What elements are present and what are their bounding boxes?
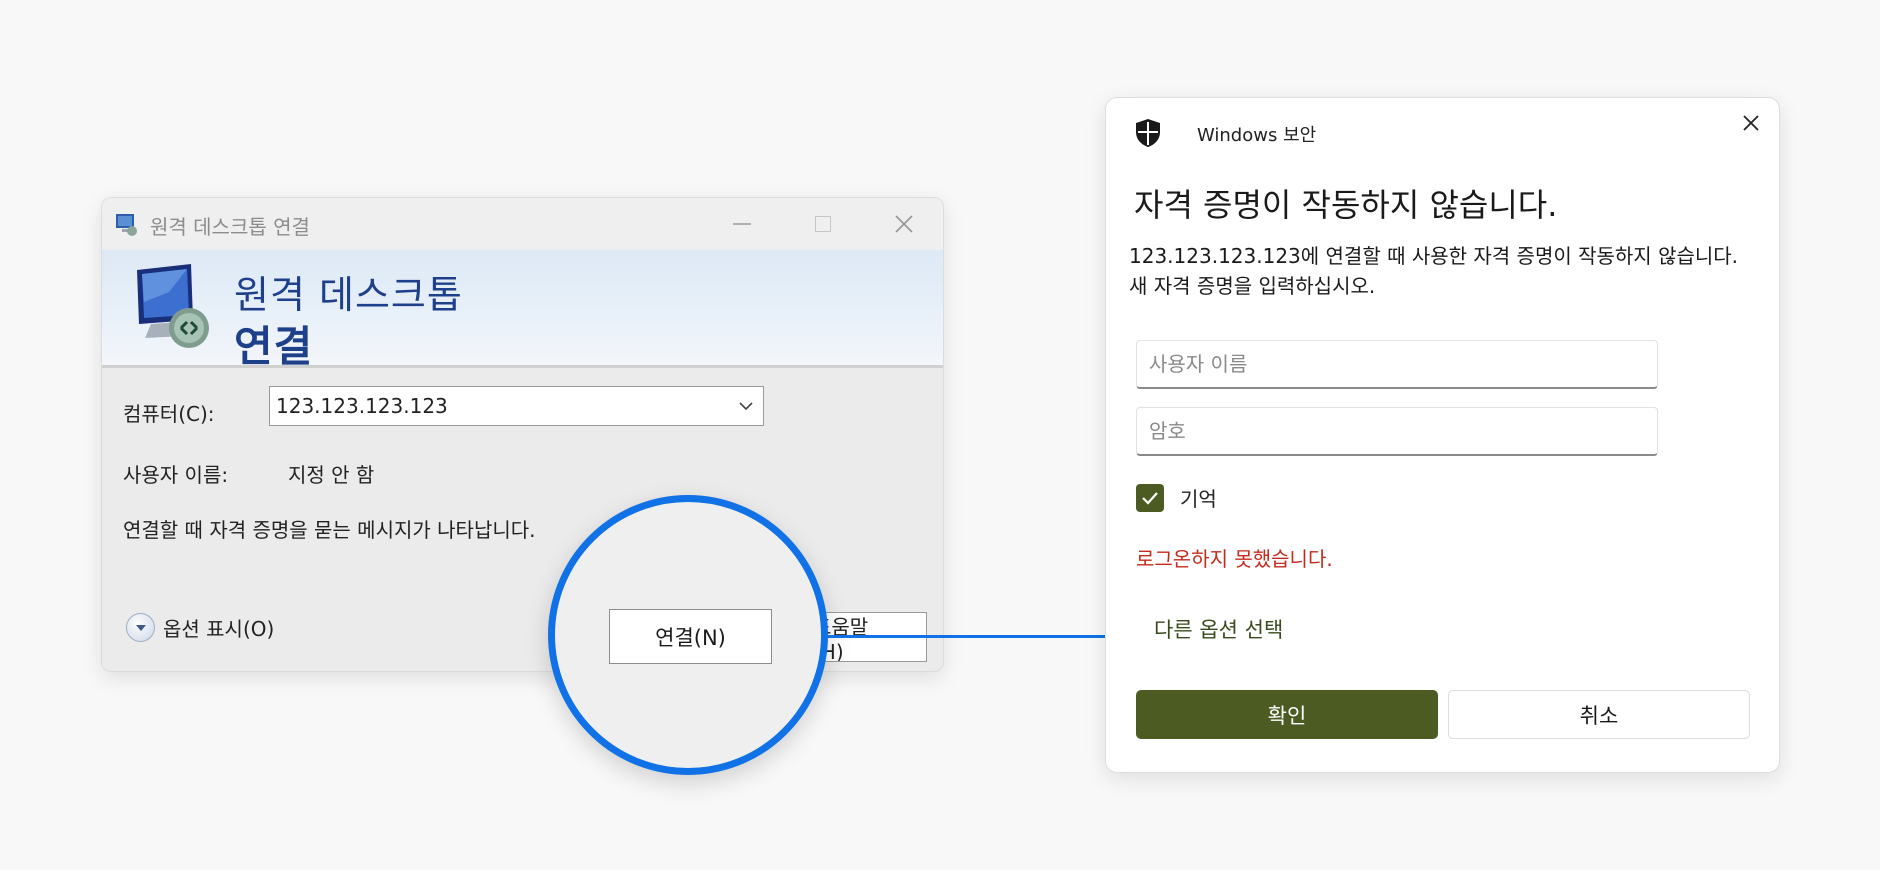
rdc-banner: 원격 데스크톱 연결 <box>102 250 943 371</box>
combobox-dropdown[interactable] <box>729 401 763 411</box>
connect-button[interactable]: 연결(N) <box>609 609 772 664</box>
expand-arrow-icon <box>126 613 155 642</box>
computer-combobox[interactable]: 123.123.123.123 <box>269 386 764 426</box>
checkmark-icon <box>1142 491 1158 505</box>
remote-desktop-icon <box>116 214 137 236</box>
rdc-titlebar: 원격 데스크톱 연결 <box>102 198 943 250</box>
dialog-close-button[interactable] <box>1736 108 1766 138</box>
error-message: 로그온하지 못했습니다. <box>1136 547 1333 571</box>
show-options-label: 옵션 표시(O) <box>163 617 275 641</box>
dialog-description: 123.123.123.123에 연결할 때 사용한 자격 증명이 작동하지 않… <box>1129 244 1739 298</box>
credential-prompt-message: 연결할 때 자격 증명을 묻는 메시지가 나타납니다. <box>123 518 536 542</box>
username-field[interactable] <box>1136 340 1658 389</box>
windows-security-dialog: Windows 보안 자격 증명이 작동하지 않습니다. 123.123.123… <box>1105 97 1780 773</box>
cancel-button[interactable]: 취소 <box>1448 690 1750 739</box>
checkbox-box[interactable] <box>1136 483 1164 512</box>
magnifier-highlight: 연결(N) <box>548 495 828 775</box>
computer-label: 컴퓨터(C): <box>123 402 215 426</box>
chevron-down-icon <box>739 402 753 411</box>
computer-value[interactable]: 123.123.123.123 <box>270 394 729 418</box>
remember-checkbox[interactable]: 기억 <box>1136 483 1217 512</box>
remember-label: 기억 <box>1180 487 1217 511</box>
more-choices-link[interactable]: 다른 옵션 선택 <box>1154 614 1283 644</box>
close-button[interactable] <box>882 206 926 242</box>
dialog-heading: 자격 증명이 작동하지 않습니다. <box>1134 186 1558 224</box>
shield-icon <box>1136 119 1160 147</box>
window-title: 원격 데스크톱 연결 <box>150 215 310 239</box>
username-label: 사용자 이름: <box>123 463 229 487</box>
monitor-connection-icon <box>137 264 209 348</box>
connector-line <box>827 635 1127 638</box>
username-value: 지정 안 함 <box>288 463 375 487</box>
show-options-toggle[interactable]: 옵션 표시(O) <box>126 613 274 642</box>
close-icon <box>1743 115 1759 131</box>
close-icon <box>895 215 913 233</box>
banner-title: 원격 데스크톱 <box>234 273 463 317</box>
dialog-app-title: Windows 보안 <box>1197 125 1317 146</box>
maximize-button[interactable] <box>801 206 845 242</box>
banner-subtitle: 연결 <box>234 322 314 371</box>
password-field[interactable] <box>1136 407 1658 456</box>
ok-button[interactable]: 확인 <box>1136 690 1438 739</box>
minimize-button[interactable] <box>720 206 764 242</box>
